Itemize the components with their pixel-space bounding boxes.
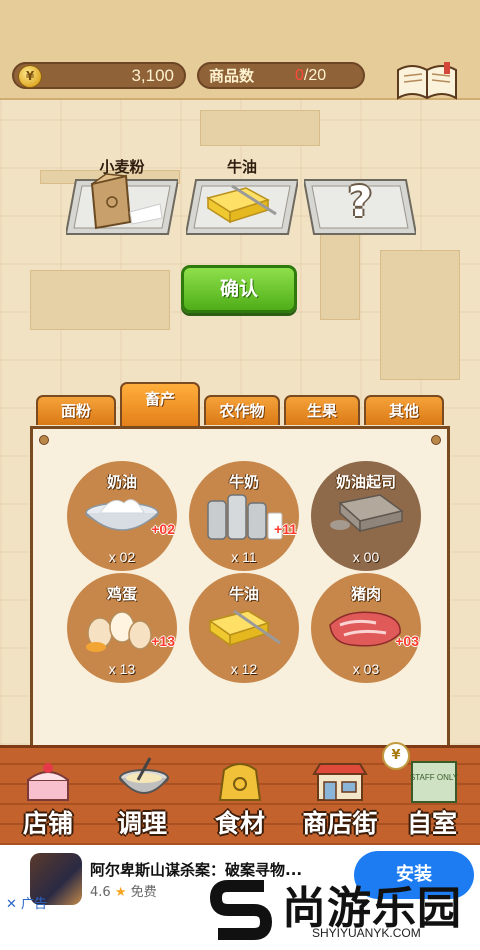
item-count: x 13	[108, 661, 136, 677]
recipe-slot-3[interactable]: ?	[304, 176, 416, 238]
recipe-book-icon	[397, 62, 457, 100]
goods-max: /20	[303, 67, 327, 84]
watermark-url: SHYIYUANYK.COM	[312, 926, 421, 940]
inventory-item-milk[interactable]: 牛奶 +11 x 11	[189, 461, 299, 571]
item-name: 奶油	[106, 473, 137, 491]
nav-ingredients[interactable]: 食材	[194, 754, 286, 846]
nav-label: 店铺	[22, 809, 73, 838]
pork-icon	[329, 611, 401, 647]
background-cabinet	[380, 250, 460, 380]
category-tabs: 面粉 畜产 农作物 生果 其他	[36, 380, 446, 426]
coin-value: 3,100	[131, 66, 174, 85]
ad-rating: 4.6 ★ 免费	[90, 881, 157, 900]
item-count: x 11	[231, 549, 257, 565]
item-plus: +03	[395, 633, 419, 649]
ad-close-button[interactable]: ✕ 广告	[6, 893, 47, 912]
item-count: x 00	[352, 549, 380, 565]
cream-cheese-icon	[330, 494, 404, 533]
eggs-icon	[86, 611, 152, 652]
site-watermark: 尚游乐园 SHYIYUANYK.COM	[210, 868, 480, 950]
item-name: 奶油起司	[335, 473, 396, 491]
flour-bag-icon	[90, 173, 163, 230]
inventory-item-pork[interactable]: 猪肉 +03 x 03	[311, 573, 421, 683]
item-plus: +02	[151, 521, 175, 537]
butter-icon	[206, 184, 277, 224]
ingredient-bag-icon	[218, 763, 262, 801]
coin-counter: ¥ 3,100	[12, 62, 186, 89]
nav-label: 自室	[406, 809, 457, 838]
butter-icon	[208, 609, 281, 647]
background-sink	[30, 270, 170, 330]
inventory-item-eggs[interactable]: 鸡蛋 +13 x 13	[67, 573, 177, 683]
cake-icon	[27, 763, 69, 801]
tab-other[interactable]: 其他	[364, 395, 444, 425]
recipe-slot-1[interactable]: 小麦粉	[66, 158, 178, 238]
tab-fruit[interactable]: 生果	[284, 395, 360, 425]
goods-current: 0	[295, 67, 304, 84]
goods-counter: 商品数 0/20	[197, 62, 365, 89]
yen-coin-icon: ¥	[18, 65, 42, 88]
item-plus: +11	[274, 521, 297, 537]
recipe-slot-label: 牛油	[226, 158, 257, 176]
background-shelf	[200, 110, 320, 146]
staff-sign-text: STAFF ONLY	[410, 773, 459, 782]
nav-shop[interactable]: 店铺	[2, 754, 94, 846]
background-outlet	[320, 230, 360, 320]
yen-coin-icon: ¥	[382, 742, 410, 770]
nav-label: 食材	[214, 809, 265, 838]
ad-rating-value: 4.6	[90, 885, 111, 900]
star-icon: ★	[114, 885, 127, 900]
ad-price: 免费	[130, 885, 157, 900]
inventory-item-cream[interactable]: 奶油 +02 x 02	[67, 461, 177, 571]
item-name: 牛油	[228, 585, 259, 603]
item-name: 猪肉	[350, 585, 381, 603]
recipe-slot-2[interactable]: 牛油	[186, 158, 298, 238]
nav-label: 调理	[116, 809, 167, 838]
item-count: x 12	[230, 661, 258, 677]
question-mark-icon: ?	[347, 177, 373, 226]
item-count: x 03	[352, 661, 380, 677]
goods-label: 商品数	[209, 67, 255, 85]
tab-livestock[interactable]: 畜产	[120, 382, 200, 426]
inventory-item-butter[interactable]: 牛油 x 12	[189, 573, 299, 683]
nav-shopping-street[interactable]: 商店街	[290, 754, 390, 846]
watermark-logo-icon	[210, 880, 273, 940]
cream-bowl-icon	[85, 499, 159, 531]
nav-cooking[interactable]: 调理	[96, 754, 188, 846]
item-name: 鸡蛋	[106, 585, 137, 603]
staff-only-door-icon: STAFF ONLY	[410, 761, 459, 803]
nav-label: 商店街	[302, 809, 378, 838]
item-count: x 02	[108, 549, 136, 565]
pin-icon	[431, 435, 441, 445]
pin-icon	[39, 435, 49, 445]
item-name: 牛奶	[228, 473, 259, 491]
tab-crops[interactable]: 农作物	[204, 395, 280, 425]
mixing-bowl-icon	[119, 757, 169, 794]
shop-street-icon	[312, 763, 368, 801]
confirm-button[interactable]: 确认	[181, 265, 297, 313]
inventory-item-cream-cheese[interactable]: 奶油起司 x 00	[311, 461, 421, 571]
goods-count: 0/20	[295, 64, 326, 88]
milk-bottles-icon	[207, 494, 283, 540]
inventory-panel: 奶油 +02 x 02 牛奶 +11 x 11 奶油起司 x 00 鸡蛋 +13…	[30, 426, 450, 748]
tab-flour[interactable]: 面粉	[36, 395, 116, 425]
item-plus: +13	[151, 633, 175, 649]
